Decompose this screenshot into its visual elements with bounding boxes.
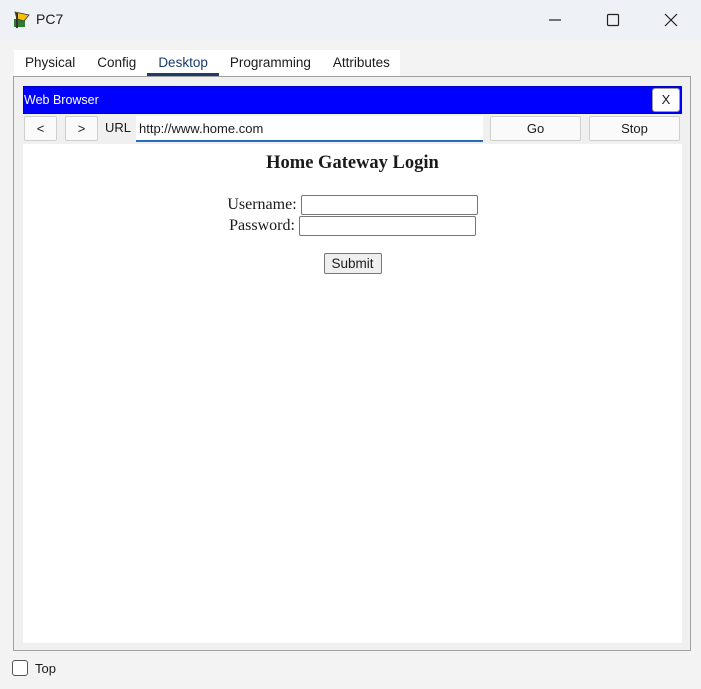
maximize-button[interactable] xyxy=(584,0,642,40)
tab-programming[interactable]: Programming xyxy=(219,50,322,76)
browser-page: Home Gateway Login Username: Password: S… xyxy=(23,144,682,643)
back-button[interactable]: < xyxy=(24,116,57,141)
page-title: Home Gateway Login xyxy=(266,153,439,173)
window-titlebar: PC7 xyxy=(0,0,701,40)
username-row: Username: xyxy=(23,194,682,215)
browser-close-button[interactable]: X xyxy=(652,88,680,112)
close-window-button[interactable] xyxy=(642,0,700,40)
footer-bar: Top xyxy=(12,659,56,677)
close-icon xyxy=(664,13,678,27)
password-label: Password: xyxy=(229,216,295,234)
submit-row: Submit xyxy=(23,253,682,274)
window-title: PC7 xyxy=(36,11,64,27)
pc-device-icon xyxy=(12,10,32,30)
browser-title: Web Browser xyxy=(24,93,99,107)
username-input[interactable] xyxy=(300,194,478,215)
desktop-panel: Web Browser X < > URL Go Stop Home Gatew… xyxy=(13,76,691,651)
minimize-button[interactable] xyxy=(526,0,584,40)
browser-titlebar: Web Browser X xyxy=(23,86,682,114)
top-label: Top xyxy=(35,660,56,676)
tab-config[interactable]: Config xyxy=(86,50,147,76)
web-browser-window: Web Browser X < > URL Go Stop Home Gatew… xyxy=(23,86,682,643)
tab-bar: Physical Config Desktop Programming Attr… xyxy=(14,50,400,76)
go-button[interactable]: Go xyxy=(490,116,581,141)
top-checkbox[interactable] xyxy=(12,660,28,676)
tab-desktop[interactable]: Desktop xyxy=(147,50,219,76)
password-input[interactable] xyxy=(298,215,476,236)
tab-attributes[interactable]: Attributes xyxy=(322,50,401,76)
submit-button[interactable]: Submit xyxy=(323,253,382,274)
forward-button[interactable]: > xyxy=(65,116,98,141)
browser-toolbar: < > URL Go Stop xyxy=(23,114,682,144)
url-input[interactable] xyxy=(136,116,483,142)
minimize-icon xyxy=(549,19,561,21)
url-label: URL xyxy=(105,120,132,135)
stop-button[interactable]: Stop xyxy=(589,116,680,141)
maximize-icon xyxy=(606,13,620,27)
password-row: Password: xyxy=(23,215,682,236)
login-form: Username: Password: Submit xyxy=(23,194,682,274)
tab-physical[interactable]: Physical xyxy=(14,50,86,76)
username-label: Username: xyxy=(227,195,297,213)
